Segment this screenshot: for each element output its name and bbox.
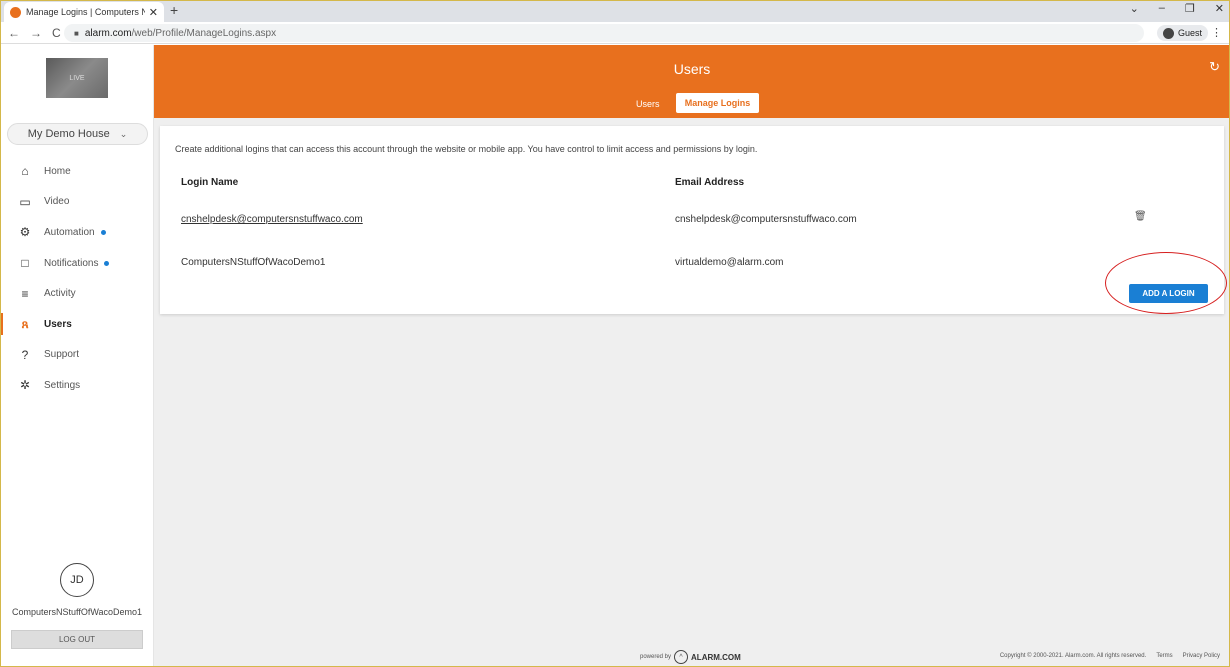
url-field[interactable]: ■ alarm.com/web/Profile/ManageLogins.asp…: [64, 24, 1144, 42]
logo-text: LIVE: [69, 74, 85, 82]
avatar[interactable]: JD: [60, 563, 94, 597]
sidebar-item-label: Automation: [44, 226, 95, 238]
sidebar-item-label: Support: [44, 349, 80, 361]
url-path: /web/Profile/ManageLogins.aspx: [131, 27, 277, 39]
sidebar-item-video[interactable]: ▭ Video: [0, 187, 154, 218]
url-host: alarm.com: [84, 27, 132, 39]
video-camera-icon: ▭: [19, 194, 31, 209]
login-email: cnshelpdesk@computersnstuffwaco.com: [675, 214, 857, 225]
close-tab-icon[interactable]: ✕: [149, 6, 158, 19]
close-window-icon[interactable]: ✕: [1215, 2, 1224, 15]
reload-icon[interactable]: C: [52, 26, 61, 40]
main-content: Create additional logins that can access…: [154, 118, 1230, 667]
back-icon[interactable]: ←: [8, 26, 20, 40]
lock-icon: ■: [74, 28, 79, 38]
activity-icon: ≡: [21, 286, 29, 301]
browser-tab-title: Manage Logins | Computers N' S: [26, 7, 145, 17]
privacy-link[interactable]: Privacy Policy: [1183, 653, 1220, 659]
notification-dot: [104, 260, 110, 266]
sidebar-item-users[interactable]: ጸ Users: [0, 309, 154, 340]
copyright-text: Copyright © 2000-2021. Alarm.com. All ri…: [999, 653, 1147, 659]
home-icon: ⌂: [21, 164, 29, 179]
column-header-email: Email Address: [675, 177, 745, 188]
logins-description: Create additional logins that can access…: [175, 144, 758, 154]
sidebar: LIVE My Demo House ⌄ ⌂ Home ▭ Video ⚙ Au…: [0, 45, 154, 667]
sidebar-item-activity[interactable]: ≡ Activity: [0, 278, 154, 309]
gear-icon: ✲: [19, 378, 31, 393]
sidebar-item-label: Users: [44, 318, 72, 330]
notifications-icon: □: [21, 256, 29, 271]
minimize-icon[interactable]: –: [1159, 2, 1165, 15]
page-header: Users ↻ Users Manage Logins: [154, 45, 1230, 118]
sidebar-item-label: Video: [44, 196, 70, 208]
page-title: Users: [673, 61, 711, 77]
profile-icon: [1162, 27, 1174, 39]
tab-search-icon[interactable]: ⌄: [1130, 2, 1139, 15]
terms-link[interactable]: Terms: [1156, 653, 1172, 659]
chevron-down-icon: ⌄: [119, 128, 128, 139]
support-icon: ?: [21, 347, 29, 362]
footer-links: Copyright © 2000-2021. Alarm.com. All ri…: [1000, 653, 1220, 659]
restore-icon[interactable]: ❐: [1185, 2, 1195, 15]
location-selector[interactable]: My Demo House ⌄: [7, 123, 148, 145]
sidebar-item-label: Settings: [44, 379, 81, 391]
login-name: ComputersNStuffOfWacoDemo1: [181, 257, 326, 268]
sidebar-item-label: Notifications: [44, 257, 99, 269]
tab-manage-logins[interactable]: Manage Logins: [676, 93, 759, 113]
profile-button[interactable]: Guest: [1156, 25, 1208, 41]
browser-menu-icon[interactable]: ⋮: [1211, 26, 1222, 39]
tab-users[interactable]: Users: [636, 99, 660, 109]
sidebar-item-automation[interactable]: ⚙ Automation: [0, 217, 154, 248]
forward-icon[interactable]: →: [30, 26, 42, 40]
sidebar-item-label: Activity: [44, 288, 76, 300]
automation-icon: ⚙: [19, 225, 31, 240]
window-controls: ⌄ – ❐ ✕: [1130, 2, 1224, 15]
refresh-icon[interactable]: ↻: [1209, 59, 1220, 75]
login-name-link[interactable]: cnshelpdesk@computersnstuffwaco.com: [181, 214, 363, 225]
column-header-login-name: Login Name: [181, 177, 239, 188]
browser-tab[interactable]: Manage Logins | Computers N' S ✕: [4, 2, 164, 22]
avatar-initials: JD: [70, 574, 84, 586]
logins-card: Create additional logins that can access…: [160, 126, 1224, 314]
alarm-favicon-icon: [10, 6, 21, 18]
logout-button[interactable]: LOG OUT: [11, 630, 143, 649]
profile-label: Guest: [1177, 28, 1202, 38]
alarm-logo-icon: ^: [674, 650, 689, 664]
sidebar-item-home[interactable]: ⌂ Home: [0, 156, 154, 187]
powered-by-label: powered by: [640, 654, 672, 660]
add-login-button[interactable]: ADD A LOGIN: [1129, 284, 1208, 303]
sidebar-item-label: Home: [44, 165, 71, 177]
sidebar-item-settings[interactable]: ✲ Settings: [0, 370, 154, 401]
notification-dot: [100, 229, 106, 235]
location-label: My Demo House: [27, 128, 110, 140]
address-bar: ← → C ■ alarm.com/web/Profile/ManageLogi…: [0, 22, 1230, 44]
delete-icon[interactable]: 🗑: [1134, 211, 1147, 222]
browser-tab-bar: Manage Logins | Computers N' S ✕ + ⌄ – ❐…: [0, 0, 1230, 22]
user-name: ComputersNStuffOfWacoDemo1: [11, 607, 143, 617]
users-icon: ጸ: [21, 316, 29, 331]
sidebar-item-notifications[interactable]: □ Notifications: [0, 248, 154, 279]
sidebar-item-support[interactable]: ? Support: [0, 340, 154, 371]
live-logo[interactable]: LIVE: [46, 58, 108, 98]
brand-name: ALARM.COM: [691, 652, 741, 662]
powered-by: powered by ^ ALARM.COM: [640, 650, 741, 664]
login-email: virtualdemo@alarm.com: [675, 257, 784, 268]
new-tab-icon[interactable]: +: [170, 2, 178, 18]
sidebar-nav: ⌂ Home ▭ Video ⚙ Automation □ Notificati…: [0, 156, 154, 401]
